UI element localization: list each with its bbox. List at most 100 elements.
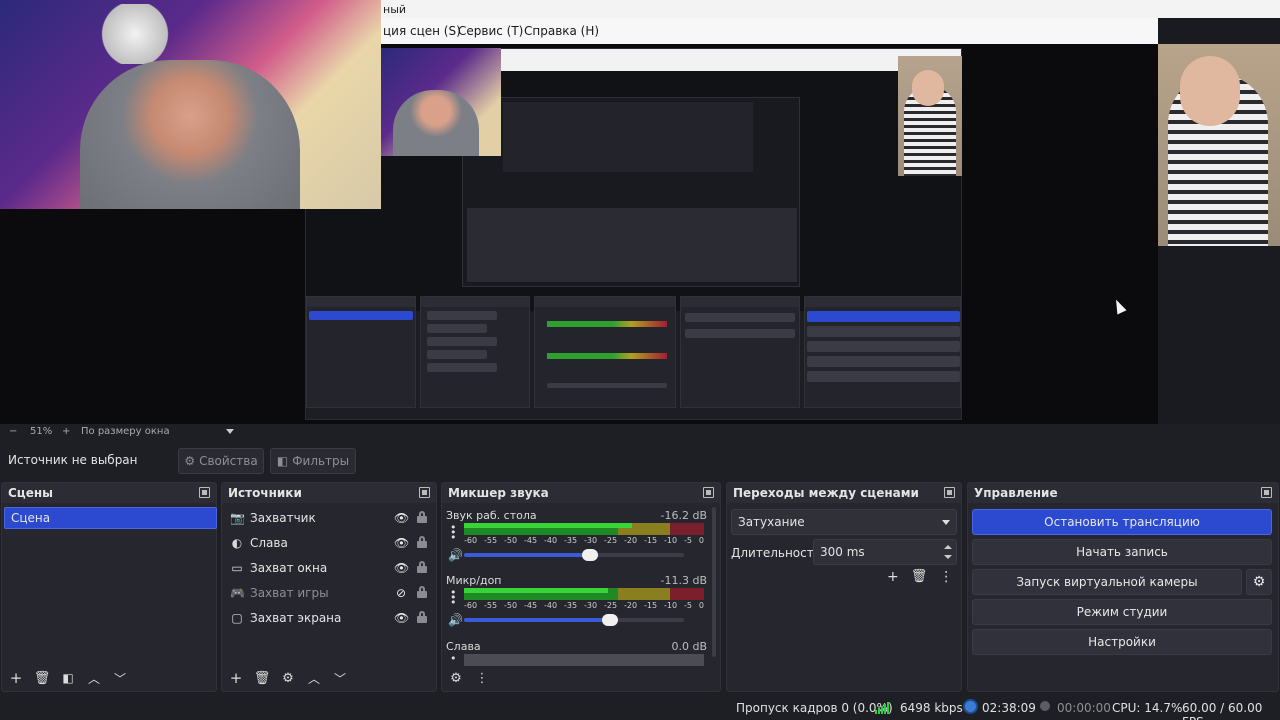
lock-icon[interactable] <box>417 586 427 598</box>
volume-slider[interactable] <box>464 614 684 626</box>
trash-icon[interactable]: 🗑 <box>34 670 51 686</box>
volume-slider[interactable] <box>464 549 684 561</box>
mixer-scrollbar[interactable] <box>712 507 716 657</box>
add-icon[interactable]: + <box>887 569 899 585</box>
channel-db: 0.0 dB <box>671 640 707 653</box>
undock-icon[interactable] <box>1261 487 1272 498</box>
scale-tick: -5 <box>684 536 692 545</box>
scale-tick: -5 <box>684 601 692 610</box>
more-icon[interactable]: • <box>450 653 457 664</box>
virtual-camera-settings-button[interactable]: ⚙ <box>1246 569 1272 595</box>
source-item[interactable]: ▢ Захват экрана 👁 <box>222 606 438 630</box>
source-item[interactable]: 📷 Захватчик 👁 <box>222 506 438 530</box>
filters-label: Фильтры <box>292 454 350 468</box>
more-vertical-icon[interactable]: ⋮ <box>939 569 953 585</box>
chevron-down-icon[interactable] <box>226 429 234 434</box>
source-item[interactable]: ◐ Слава 👁 <box>222 531 438 555</box>
scenes-footer: + 🗑 ◧ ︿ ﹀ <box>2 665 216 691</box>
eye-icon[interactable]: 👁 <box>394 511 409 525</box>
speaker-icon[interactable]: 🔊 <box>448 548 463 562</box>
status-bar: Пропуск кадров 0 (0.0%) 6498 kbps 02:38:… <box>0 696 1280 720</box>
camera-icon: 📷 <box>230 511 245 525</box>
stop-stream-button[interactable]: Остановить трансляцию <box>972 509 1272 535</box>
spin-down-icon[interactable] <box>944 555 952 559</box>
start-recording-label: Начать запись <box>1076 545 1168 559</box>
menu-tools[interactable]: Сервис (T) <box>458 24 523 38</box>
start-recording-button[interactable]: Начать запись <box>972 539 1272 565</box>
scale-tick: -35 <box>564 536 578 545</box>
virtual-camera-button[interactable]: Запуск виртуальной камеры <box>972 569 1242 595</box>
duration-value: 300 ms <box>820 545 865 559</box>
undock-icon[interactable] <box>944 487 955 498</box>
source-toolbar: Источник не выбран ⚙ Свойства ◧ Фильтры <box>0 440 1280 482</box>
channel-db: -11.3 dB <box>660 574 708 587</box>
add-icon[interactable]: + <box>228 669 244 687</box>
zoom-bar: − 51% + По размеру окна <box>0 424 1280 440</box>
menu-scene-collection[interactable]: ция сцен (S) <box>383 24 461 38</box>
preview-canvas[interactable]: ный ция сцен (S) Сервис (T) Справка (H) <box>0 0 1280 424</box>
chevron-up-icon[interactable]: ︿ <box>86 670 102 686</box>
eye-icon[interactable]: 👁 <box>394 611 409 625</box>
properties-button[interactable]: ⚙ Свойства <box>178 448 264 474</box>
chevron-down-icon[interactable]: ﹀ <box>112 670 128 686</box>
chevron-down-icon[interactable]: ﹀ <box>332 670 348 686</box>
window-icon: ▭ <box>231 561 243 575</box>
scale-tick: -25 <box>604 601 618 610</box>
eye-hidden-icon[interactable]: ⊘ <box>394 586 408 600</box>
settings-button[interactable]: Настройки <box>972 629 1272 655</box>
lock-icon[interactable] <box>417 511 427 523</box>
webcam-streamer <box>0 0 381 209</box>
trash-icon[interactable]: 🗑 <box>254 670 271 686</box>
sources-header: Источники <box>222 483 436 503</box>
scenes-header: Сцены <box>2 483 216 503</box>
scale-tick: -45 <box>524 536 538 545</box>
source-item[interactable]: ▭ Захват окна 👁 <box>222 556 438 580</box>
speaker-icon[interactable]: 🔊 <box>448 613 463 627</box>
scale-tick: -30 <box>584 601 598 610</box>
source-item[interactable]: 🎮 Захват игры ⊘ <box>222 581 438 605</box>
scale-tick: -20 <box>624 536 638 545</box>
window-title: ный <box>383 3 407 16</box>
transitions-header: Переходы между сценами <box>727 483 961 503</box>
no-source-label: Источник не выбран <box>8 453 138 467</box>
mixer-title: Микшер звука <box>448 486 549 500</box>
source-item-label: Захватчик <box>250 511 316 525</box>
scene-item[interactable]: Сцена <box>4 507 217 529</box>
eye-icon[interactable]: 👁 <box>394 536 409 550</box>
menu-help[interactable]: Справка (H) <box>524 24 599 38</box>
chevron-up-icon[interactable]: ︿ <box>306 670 322 686</box>
record-icon <box>1040 701 1050 711</box>
zoom-in-button[interactable]: + <box>62 426 70 437</box>
filters-button[interactable]: ◧ Фильтры <box>270 448 356 474</box>
scenes-title: Сцены <box>8 486 53 500</box>
sources-title: Источники <box>228 486 302 500</box>
transition-select[interactable]: Затухание <box>731 509 957 535</box>
zoom-mode-select[interactable]: По размеру окна <box>81 426 170 437</box>
gear-icon[interactable]: ⚙ <box>448 670 464 686</box>
mixer-footer: ⚙ ⋮ <box>442 665 720 691</box>
gear-icon[interactable]: ⚙ <box>280 670 296 686</box>
more-vertical-icon[interactable]: ⋮ <box>474 670 490 686</box>
spin-up-icon[interactable] <box>944 545 952 549</box>
eye-icon[interactable]: 👁 <box>394 561 409 575</box>
gear-icon: ⚙ <box>1252 574 1266 590</box>
undock-icon[interactable] <box>703 487 714 498</box>
add-icon[interactable]: + <box>8 669 24 687</box>
chevron-down-icon <box>942 520 950 525</box>
zoom-out-button[interactable]: − <box>9 426 17 437</box>
lock-icon[interactable] <box>417 536 427 548</box>
lock-icon[interactable] <box>417 561 427 573</box>
studio-mode-button[interactable]: Режим студии <box>972 599 1272 625</box>
filter-icon[interactable]: ◧ <box>60 670 76 686</box>
webcam-guest <box>1158 44 1280 246</box>
more-icon[interactable]: • • • <box>450 522 457 543</box>
trash-icon[interactable]: 🗑 <box>911 569 928 585</box>
transitions-title: Переходы между сценами <box>733 486 919 500</box>
undock-icon[interactable] <box>199 487 210 498</box>
more-icon[interactable]: • • • <box>450 587 457 608</box>
undock-icon[interactable] <box>419 487 430 498</box>
duration-input[interactable]: 300 ms <box>813 539 957 565</box>
webcam-guest-small <box>898 56 962 176</box>
scene-item-label: Сцена <box>11 511 51 525</box>
lock-icon[interactable] <box>417 611 427 623</box>
